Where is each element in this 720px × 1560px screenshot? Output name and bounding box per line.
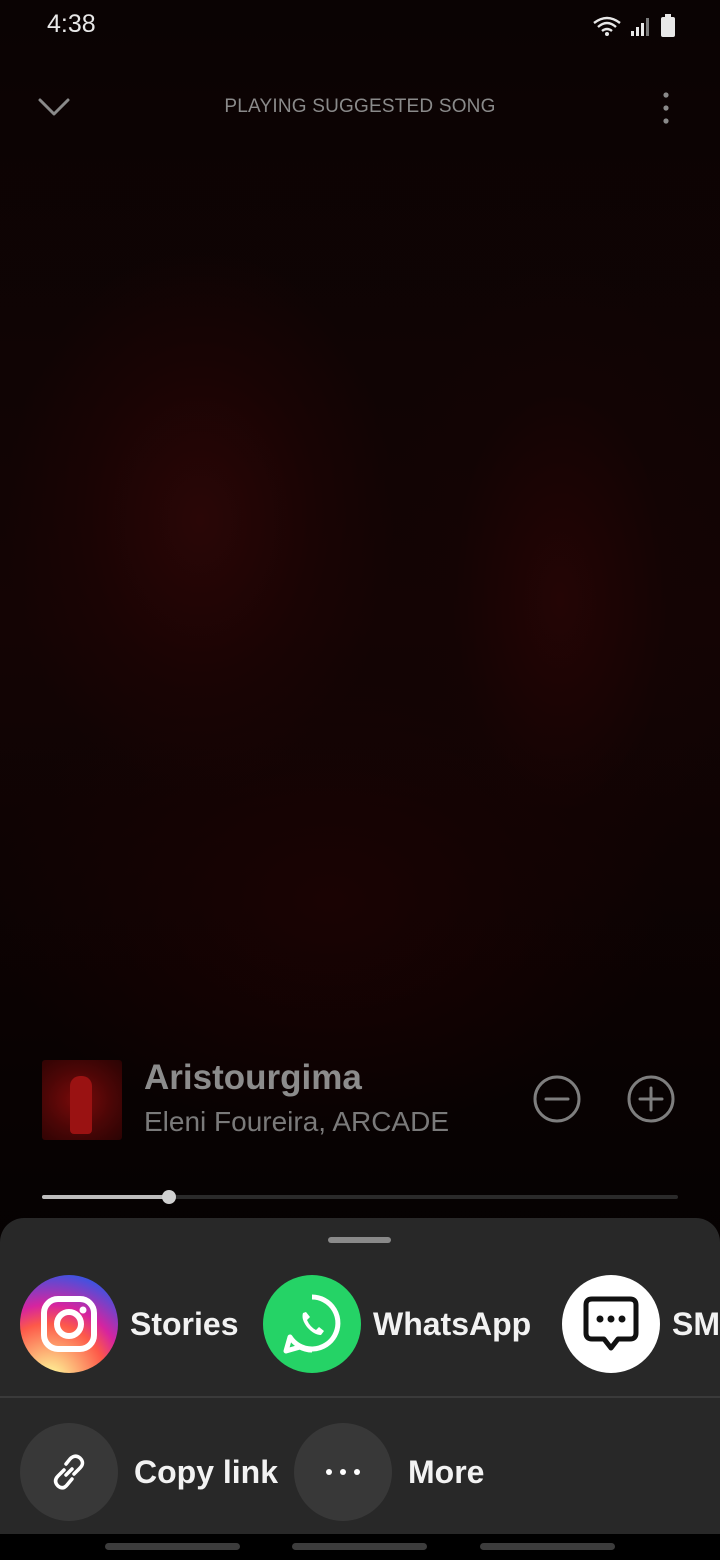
album-cover-thumbnail [42, 1060, 122, 1140]
more-share-button[interactable]: More [294, 1422, 484, 1522]
nav-recents[interactable] [105, 1543, 240, 1550]
share-sms[interactable]: SMS [562, 1274, 720, 1374]
system-nav-bar [0, 1534, 720, 1560]
sheet-divider [0, 1396, 720, 1398]
instagram-icon [20, 1275, 118, 1373]
share-targets-row: Stories WhatsApp SMS [20, 1274, 720, 1374]
playback-progress-bar[interactable] [42, 1190, 678, 1204]
share-actions-row: Copy link More [20, 1422, 720, 1522]
share-sms-label: SMS [672, 1305, 720, 1342]
more-options-icon[interactable] [656, 90, 676, 126]
battery-icon [661, 14, 675, 37]
signal-icon [631, 18, 649, 36]
link-icon [20, 1423, 118, 1521]
share-sheet: Stories WhatsApp SMS [0, 1218, 720, 1560]
wifi-icon [593, 16, 621, 36]
player-header: PLAYING SUGGESTED SONG [0, 80, 720, 136]
status-bar: 4:38 [0, 0, 720, 52]
playing-context-label: PLAYING SUGGESTED SONG [224, 96, 496, 117]
copy-link-button[interactable]: Copy link [20, 1422, 278, 1522]
status-time: 4:38 [47, 10, 96, 38]
sms-icon [562, 1275, 660, 1373]
track-artist[interactable]: Eleni Foureira, ARCADE [144, 1106, 464, 1138]
more-label: More [408, 1453, 485, 1490]
share-stories-label: Stories [130, 1305, 239, 1342]
add-icon[interactable] [626, 1074, 676, 1124]
track-title[interactable]: Aristourgima [144, 1058, 362, 1098]
share-whatsapp[interactable]: WhatsApp [263, 1274, 531, 1374]
copy-link-label: Copy link [134, 1453, 279, 1490]
progress-knob[interactable] [162, 1190, 176, 1204]
track-info: Aristourgima Eleni Foureira, ARCADE [42, 1058, 682, 1142]
status-icons [592, 14, 676, 38]
sheet-drag-handle[interactable] [328, 1237, 391, 1243]
nav-back[interactable] [480, 1543, 615, 1550]
nav-home[interactable] [292, 1543, 427, 1550]
progress-fill [42, 1195, 169, 1199]
remove-icon[interactable] [532, 1074, 582, 1124]
share-whatsapp-label: WhatsApp [373, 1305, 532, 1342]
whatsapp-icon [263, 1275, 361, 1373]
share-stories[interactable]: Stories [20, 1274, 238, 1374]
more-dots-icon [294, 1423, 392, 1521]
